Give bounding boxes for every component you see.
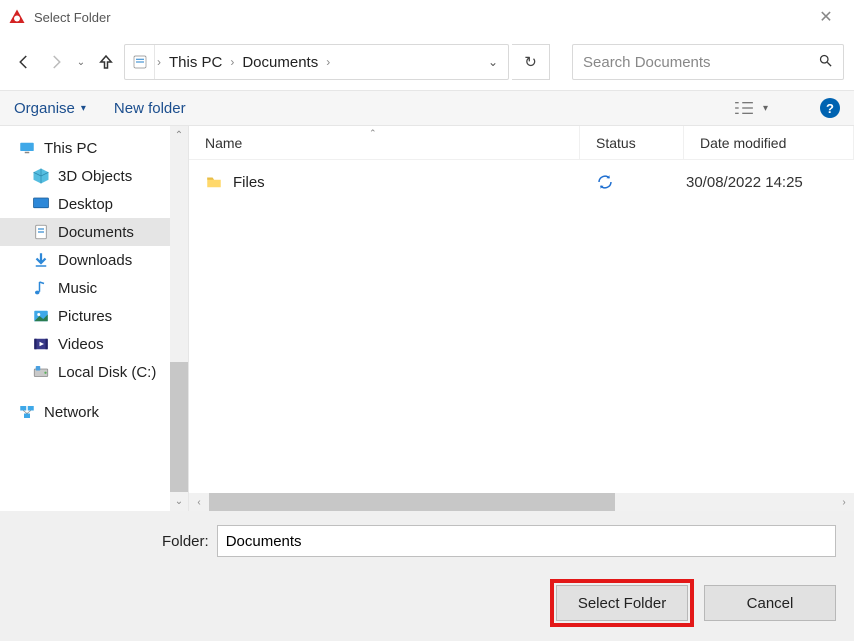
new-folder-button[interactable]: New folder [114,100,186,117]
scroll-thumb[interactable] [170,362,188,492]
tree-label: This PC [44,140,97,157]
column-date-modified[interactable]: Date modified [684,126,854,159]
forward-button[interactable] [42,48,70,76]
folder-label: Folder: [162,533,209,550]
tree-music[interactable]: Music [0,274,188,302]
network-icon [18,403,36,421]
chevron-down-icon: ▾ [763,103,768,114]
breadcrumb-dropdown[interactable]: ⌄ [478,55,508,69]
download-icon [32,251,50,269]
list-body[interactable]: Files 30/08/2022 14:25 [189,160,854,493]
search-box[interactable] [572,44,844,80]
file-name: Files [233,174,265,191]
list-row[interactable]: Files 30/08/2022 14:25 [189,166,854,198]
view-options-button[interactable]: ▾ [733,100,768,116]
tree-label: Videos [58,336,104,353]
music-icon [32,279,50,297]
tree-downloads[interactable]: Downloads [0,246,188,274]
chevron-right-icon: › [155,55,163,69]
tree-scrollbar[interactable]: ⌃ ⌄ [170,126,188,511]
toolbar: Organise ▾ New folder ▾ ? [0,90,854,126]
tree-label: Documents [58,224,134,241]
tree-label: Pictures [58,308,112,325]
main-area: This PC 3D Objects Desktop Documents Dow… [0,126,854,511]
navigation-tree: This PC 3D Objects Desktop Documents Dow… [0,126,188,511]
tree-label: 3D Objects [58,168,132,185]
sync-icon [596,173,614,191]
tree-local-disk[interactable]: Local Disk (C:) [0,358,188,386]
bottom-panel: Folder: Select Folder Cancel [0,511,854,641]
help-button[interactable]: ? [820,98,840,118]
tree-label: Network [44,404,99,421]
videos-icon [32,335,50,353]
search-icon [818,53,833,71]
organise-label: Organise [14,100,75,117]
folder-icon [205,173,223,191]
tree-label: Desktop [58,196,113,213]
scroll-right-icon[interactable]: › [834,497,854,508]
tree-documents[interactable]: Documents [0,218,188,246]
column-label: Name [205,135,242,151]
sort-indicator-icon: ⌃ [369,128,377,139]
horizontal-scrollbar[interactable]: ‹ › [189,493,854,511]
cube-icon [32,167,50,185]
tree-this-pc[interactable]: This PC [0,134,188,162]
scroll-left-icon[interactable]: ‹ [189,497,209,508]
search-input[interactable] [583,54,818,71]
scroll-down-icon[interactable]: ⌄ [170,492,188,512]
disk-icon [32,363,50,381]
chevron-right-icon: › [228,55,236,69]
desktop-icon [32,195,50,213]
scroll-up-icon[interactable]: ⌃ [170,126,188,146]
refresh-button[interactable]: ↻ [512,44,550,80]
address-bar-row: ⌄ › This PC › Documents › ⌄ ↻ [0,34,854,90]
up-button[interactable] [92,48,120,76]
tree-videos[interactable]: Videos [0,330,188,358]
title-bar: Select Folder ✕ [0,0,854,34]
folder-name-input[interactable] [217,525,836,557]
window-title: Select Folder [34,10,806,25]
organise-button[interactable]: Organise ▾ [14,100,86,117]
select-folder-button[interactable]: Select Folder [556,585,688,621]
breadcrumb[interactable]: › This PC › Documents › ⌄ [124,44,509,80]
tree-label: Music [58,280,97,297]
close-button[interactable]: ✕ [806,7,846,27]
document-icon [32,223,50,241]
pictures-icon [32,307,50,325]
column-label: Date modified [700,135,786,151]
column-status[interactable]: Status [580,126,684,159]
breadcrumb-this-pc[interactable]: This PC [163,45,228,79]
list-header: Name ⌃ Status Date modified [189,126,854,160]
file-list-pane: Name ⌃ Status Date modified Files 30/08/… [188,126,854,511]
tree-desktop[interactable]: Desktop [0,190,188,218]
tree-network[interactable]: Network [0,398,188,426]
back-button[interactable] [10,48,38,76]
column-name[interactable]: Name ⌃ [189,126,580,159]
tree-label: Local Disk (C:) [58,364,156,381]
chevron-down-icon: ▾ [81,103,86,114]
this-pc-icon [18,139,36,157]
tree-3d-objects[interactable]: 3D Objects [0,162,188,190]
breadcrumb-location-icon [125,45,155,79]
column-label: Status [596,135,636,151]
chevron-right-icon: › [324,55,332,69]
tree-label: Downloads [58,252,132,269]
folder-name-row: Folder: [18,525,836,557]
tree-pictures[interactable]: Pictures [0,302,188,330]
breadcrumb-documents[interactable]: Documents [236,45,324,79]
file-date: 30/08/2022 14:25 [684,174,854,191]
scroll-thumb[interactable] [209,493,615,511]
cancel-button[interactable]: Cancel [704,585,836,621]
recent-locations-dropdown[interactable]: ⌄ [74,48,88,76]
app-icon [8,8,26,26]
